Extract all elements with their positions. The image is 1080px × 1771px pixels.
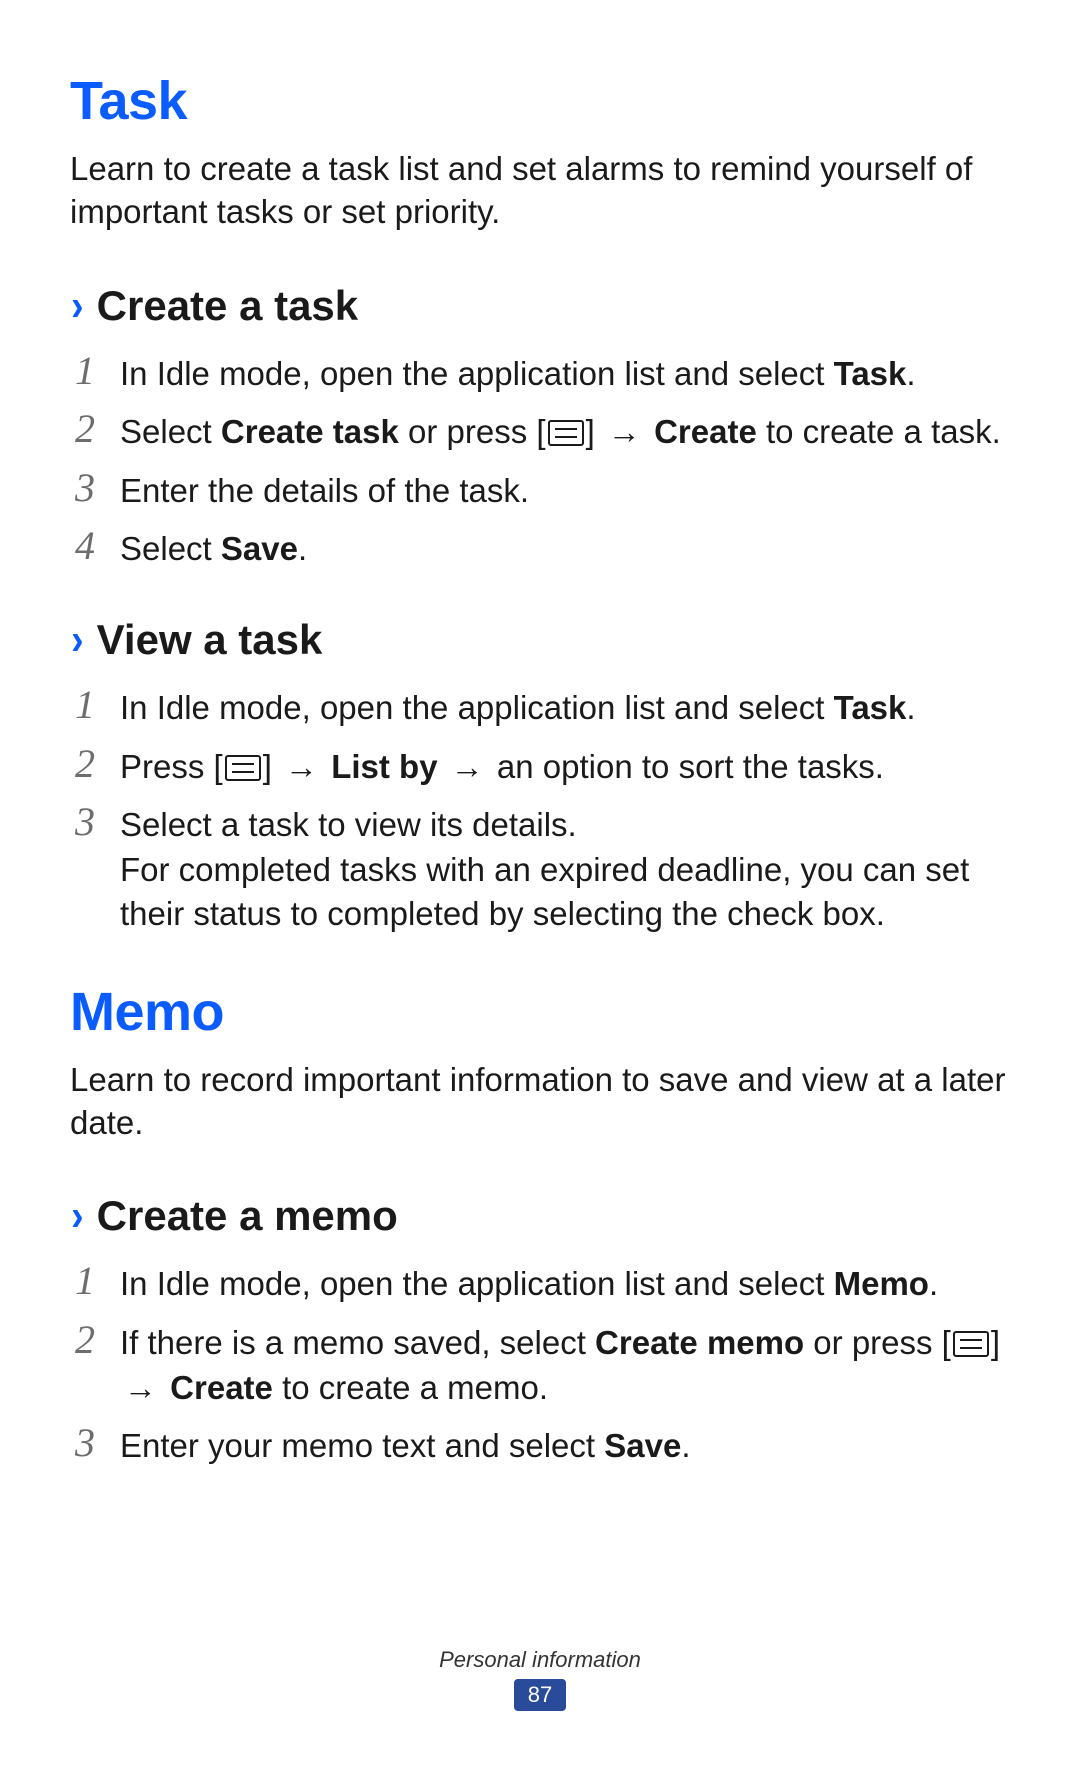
- intro-memo: Learn to record important information to…: [70, 1059, 1010, 1145]
- step-text: Select a task to view its details. For c…: [120, 799, 1010, 937]
- step-number: 2: [70, 406, 100, 452]
- section-task: Task Learn to create a task list and set…: [70, 70, 1010, 937]
- step-text: If there is a memo saved, select Create …: [120, 1317, 1010, 1410]
- subhead-create-memo: › Create a memo: [70, 1192, 1010, 1240]
- step-item: 1 In Idle mode, open the application lis…: [70, 348, 1010, 397]
- menu-icon: [953, 1331, 989, 1357]
- section-memo: Memo Learn to record important informati…: [70, 981, 1010, 1469]
- step-text: Select Create task or press [] → Create …: [120, 406, 1001, 455]
- step-item: 3 Select a task to view its details. For…: [70, 799, 1010, 937]
- subhead-create-task-label: Create a task: [97, 282, 359, 330]
- step-number: 3: [70, 465, 100, 511]
- step-item: 4 Select Save.: [70, 523, 1010, 572]
- subhead-view-task-label: View a task: [97, 616, 323, 664]
- step-item: 2 Select Create task or press [] → Creat…: [70, 406, 1010, 455]
- page-footer: Personal information 87: [0, 1647, 1080, 1711]
- step-text: Press [] → List by → an option to sort t…: [120, 741, 884, 790]
- page-number: 87: [514, 1679, 566, 1711]
- step-item: 3 Enter your memo text and select Save.: [70, 1420, 1010, 1469]
- step-item: 3 Enter the details of the task.: [70, 465, 1010, 514]
- steps-create-memo: 1 In Idle mode, open the application lis…: [70, 1258, 1010, 1468]
- chevron-right-icon: ›: [71, 618, 83, 662]
- step-number: 1: [70, 1258, 100, 1304]
- steps-create-task: 1 In Idle mode, open the application lis…: [70, 348, 1010, 572]
- step-item: 2 Press [] → List by → an option to sort…: [70, 741, 1010, 790]
- heading-memo: Memo: [70, 981, 1010, 1043]
- step-number: 3: [70, 1420, 100, 1466]
- step-number: 1: [70, 682, 100, 728]
- menu-icon: [225, 755, 261, 781]
- intro-task: Learn to create a task list and set alar…: [70, 148, 1010, 234]
- step-text: Enter your memo text and select Save.: [120, 1420, 690, 1469]
- subhead-create-task: › Create a task: [70, 282, 1010, 330]
- step-text: Enter the details of the task.: [120, 465, 529, 514]
- steps-view-task: 1 In Idle mode, open the application lis…: [70, 682, 1010, 937]
- menu-icon: [548, 420, 584, 446]
- chevron-right-icon: ›: [71, 1194, 83, 1238]
- subhead-create-memo-label: Create a memo: [97, 1192, 398, 1240]
- step-text: Select Save.: [120, 523, 307, 572]
- step-number: 4: [70, 523, 100, 569]
- step-number: 3: [70, 799, 100, 845]
- step-number: 2: [70, 1317, 100, 1363]
- step-text: In Idle mode, open the application list …: [120, 682, 916, 731]
- step-text: In Idle mode, open the application list …: [120, 348, 916, 397]
- chevron-right-icon: ›: [71, 284, 83, 328]
- step-text: In Idle mode, open the application list …: [120, 1258, 938, 1307]
- footer-section-label: Personal information: [0, 1647, 1080, 1673]
- step-item: 1 In Idle mode, open the application lis…: [70, 682, 1010, 731]
- heading-task: Task: [70, 70, 1010, 132]
- subhead-view-task: › View a task: [70, 616, 1010, 664]
- step-number: 1: [70, 348, 100, 394]
- step-number: 2: [70, 741, 100, 787]
- step-item: 2 If there is a memo saved, select Creat…: [70, 1317, 1010, 1410]
- step-item: 1 In Idle mode, open the application lis…: [70, 1258, 1010, 1307]
